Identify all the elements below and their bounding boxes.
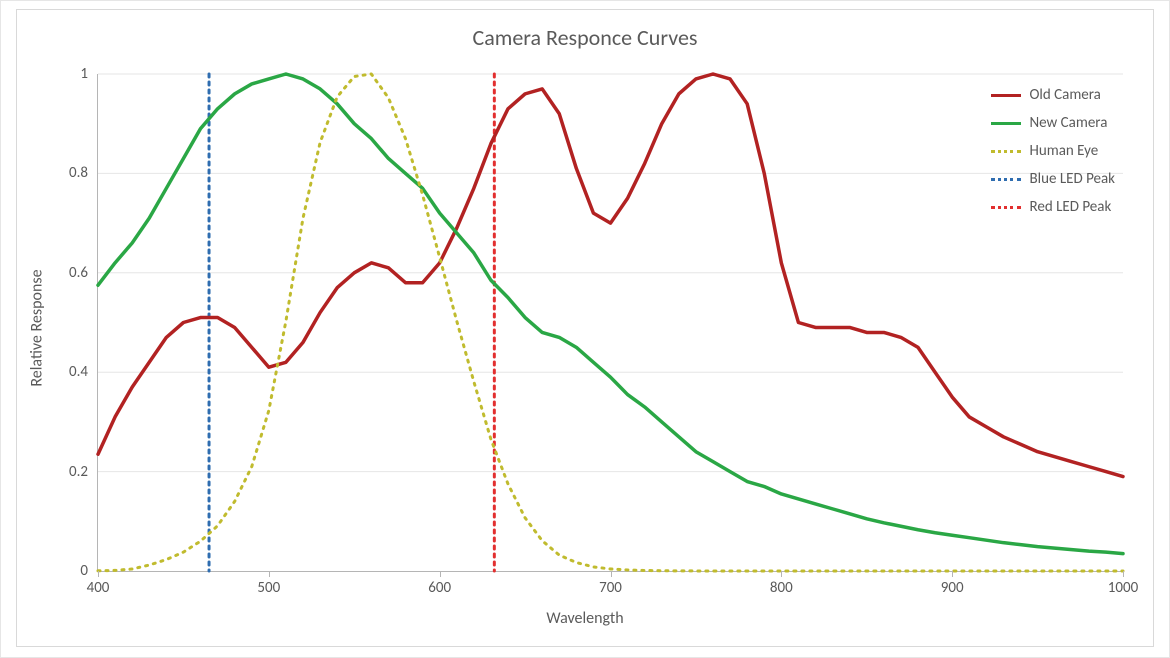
legend-swatch [991, 150, 1021, 153]
legend-label: New Camera [1029, 114, 1107, 132]
legend-item: New Camera [991, 114, 1115, 132]
plot-area: 00.20.40.60.81 4005006007008009001000 Ol… [97, 74, 1123, 572]
series-old-camera [98, 74, 1123, 477]
legend-label: Old Camera [1029, 86, 1100, 104]
x-tick-label: 1000 [1108, 579, 1138, 597]
grid-horizontal [98, 74, 1123, 472]
legend-item: Red LED Peak [991, 198, 1115, 216]
x-tick-label: 600 [428, 579, 451, 597]
legend: Old Camera New Camera Human Eye Blue LED Pe… [991, 86, 1115, 226]
legend-item: Blue LED Peak [991, 170, 1115, 188]
legend-label: Human Eye [1029, 142, 1098, 160]
x-tick-label: 900 [941, 579, 964, 597]
page-frame: Camera Responce Curves Relative Response… [0, 0, 1170, 658]
y-axis-label: Relative Response [28, 269, 47, 386]
plot-svg [98, 74, 1123, 571]
chart-title: Camera Responce Curves [17, 24, 1153, 51]
series-human-eye [98, 74, 1123, 571]
legend-label: Blue LED Peak [1029, 170, 1115, 188]
chart-frame: Camera Responce Curves Relative Response… [16, 9, 1154, 647]
legend-swatch [991, 178, 1021, 181]
y-tick-label: 0.4 [69, 363, 88, 381]
x-tick-label: 500 [257, 579, 280, 597]
legend-swatch [991, 122, 1021, 125]
x-tick-label: 400 [87, 579, 110, 597]
x-tick-label: 800 [770, 579, 793, 597]
x-axis-label: Wavelength [17, 609, 1153, 628]
series-new-camera [98, 74, 1123, 554]
y-tick-label: 1 [80, 65, 88, 83]
y-tick-label: 0.2 [69, 463, 88, 481]
legend-item: Human Eye [991, 142, 1115, 160]
legend-label: Red LED Peak [1029, 198, 1111, 216]
series-group [98, 74, 1123, 571]
reference-lines [209, 74, 494, 571]
legend-swatch [991, 94, 1021, 97]
legend-item: Old Camera [991, 86, 1115, 104]
y-tick-label: 0.6 [69, 264, 88, 282]
y-tick-label: 0 [80, 562, 88, 580]
y-tick-label: 0.8 [69, 164, 88, 182]
x-tick-label: 700 [599, 579, 622, 597]
legend-swatch [991, 206, 1021, 209]
